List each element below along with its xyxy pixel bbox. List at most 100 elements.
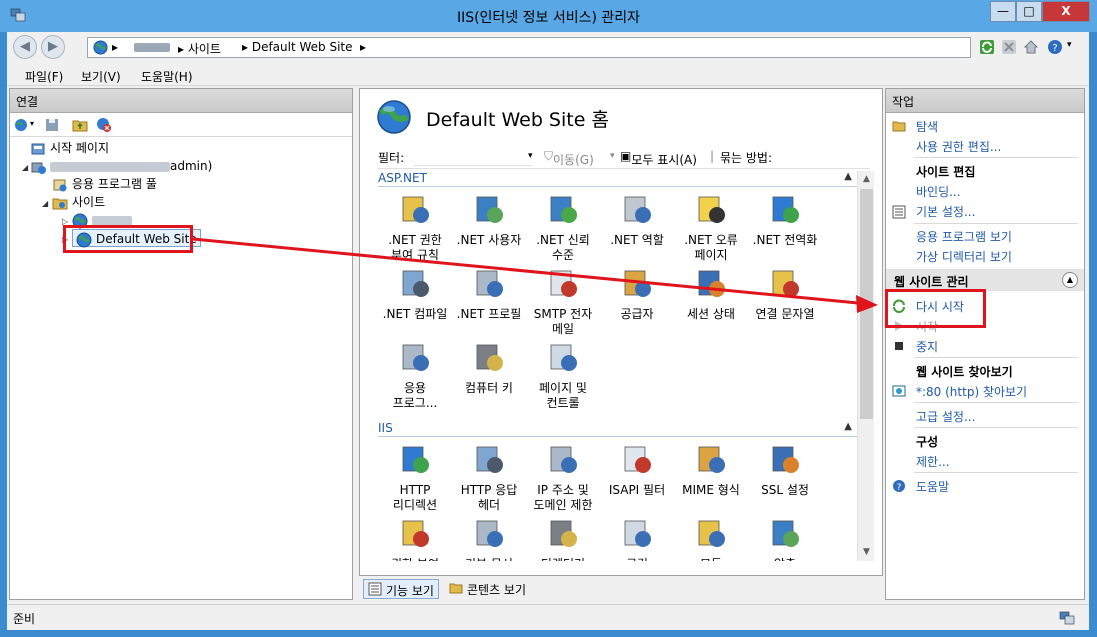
- feature-item[interactable]: 세션 상태: [674, 267, 748, 322]
- address-segment-more[interactable]: ▸: [360, 40, 366, 54]
- action-browse-http[interactable]: *:80 (http) 찾아보기: [916, 383, 1027, 400]
- feature-item[interactable]: 권한 부여: [378, 517, 452, 561]
- feature-item[interactable]: .NET 오류 페이지: [674, 193, 748, 263]
- feature-item[interactable]: 디렉터리: [526, 517, 600, 561]
- feature-item[interactable]: .NET 역할: [600, 193, 674, 248]
- minimize-button[interactable]: —: [990, 1, 1016, 22]
- feature-icon: [550, 344, 577, 371]
- filter-input[interactable]: [414, 148, 532, 166]
- action-edit-permissions[interactable]: 사용 권한 편집...: [916, 138, 1001, 155]
- disconnect-icon[interactable]: [96, 117, 112, 133]
- tree-sites[interactable]: 사이트: [52, 193, 105, 211]
- feature-item[interactable]: 기본 문서: [452, 517, 526, 561]
- feature-item[interactable]: .NET 권한 부여 규칙: [378, 193, 452, 263]
- tree-collapse-sites-icon[interactable]: ◢: [42, 199, 48, 208]
- globe-icon: [93, 40, 108, 55]
- app-pool-icon: [53, 179, 67, 191]
- features-view-icon: [368, 582, 382, 596]
- action-help[interactable]: 도움말: [916, 478, 949, 495]
- action-view-applications[interactable]: 응용 프로그램 보기: [916, 228, 1012, 245]
- collapse-chevron-icon[interactable]: ▲: [1062, 272, 1078, 288]
- action-stop[interactable]: 중지: [916, 338, 938, 355]
- help-icon[interactable]: ?: [1047, 39, 1063, 55]
- folder-up-icon[interactable]: [72, 117, 88, 133]
- feature-item[interactable]: SMTP 전자 메일: [526, 267, 600, 337]
- features-view-button[interactable]: 기능 보기: [363, 579, 439, 599]
- tree-collapse-server-icon[interactable]: ◢: [22, 163, 28, 172]
- vertical-scrollbar[interactable]: ▲ ▼: [857, 171, 874, 561]
- address-segment-site[interactable]: ▸ Default Web Site: [242, 40, 353, 54]
- feature-item[interactable]: 컴퓨터 키: [452, 341, 526, 396]
- address-segment-sites[interactable]: ▸ 사이트: [178, 40, 221, 57]
- feature-item[interactable]: HTTP 응답 헤더: [452, 443, 526, 513]
- feature-label: 디렉터리: [526, 557, 600, 561]
- annotation-box-restart: [885, 289, 986, 328]
- forward-button[interactable]: ▶: [41, 35, 65, 59]
- collapse-chevron-icon[interactable]: ▲: [844, 421, 852, 432]
- content-view-button[interactable]: 콘텐츠 보기: [445, 579, 530, 599]
- filter-dropdown-icon[interactable]: ▾: [528, 151, 533, 161]
- feature-item[interactable]: ISAPI 필터: [600, 443, 674, 498]
- feature-item[interactable]: .NET 사용자: [452, 193, 526, 248]
- feature-item[interactable]: .NET 컴파일: [378, 267, 452, 322]
- go-dropdown-icon[interactable]: ▾: [610, 151, 615, 161]
- stop-icon[interactable]: [1001, 39, 1017, 55]
- feature-item[interactable]: SSL 설정: [748, 443, 822, 498]
- collapse-chevron-icon[interactable]: ▲: [844, 171, 852, 182]
- group-header-iis[interactable]: IIS ▲: [378, 421, 858, 437]
- feature-item[interactable]: .NET 신뢰 수준: [526, 193, 600, 263]
- feature-item[interactable]: MIME 형식: [674, 443, 748, 498]
- feature-item[interactable]: 연결 문자열: [748, 267, 822, 322]
- action-limits[interactable]: 제한...: [916, 453, 950, 470]
- home-icon[interactable]: [1023, 39, 1039, 55]
- feature-item[interactable]: 페이지 및 컨트롤: [526, 341, 600, 411]
- feature-item[interactable]: HTTP 리디렉션: [378, 443, 452, 513]
- feature-icon: [550, 446, 577, 473]
- tree-server[interactable]: admin): [30, 157, 212, 175]
- scroll-up-icon[interactable]: ▲: [858, 171, 875, 188]
- menu-file[interactable]: 파일(F): [25, 68, 63, 85]
- feature-item[interactable]: .NET 전역화: [748, 193, 822, 248]
- maximize-button[interactable]: □: [1016, 1, 1042, 22]
- feature-item[interactable]: 응용 프로그...: [378, 341, 452, 411]
- feature-item[interactable]: 공급자: [600, 267, 674, 322]
- tree-app-pools[interactable]: 응용 프로그램 풀: [52, 175, 157, 193]
- section-manage-website[interactable]: 웹 사이트 관리 ▲: [886, 269, 1084, 291]
- feature-label: SSL 설정: [761, 483, 809, 497]
- go-button[interactable]: ⛉ 이동(G): [544, 149, 594, 167]
- feature-item[interactable]: .NET 프로필: [452, 267, 526, 322]
- separator: [914, 402, 1078, 403]
- refresh-icon[interactable]: [979, 39, 995, 55]
- menu-help[interactable]: 도움말(H): [141, 68, 193, 85]
- action-advanced-settings[interactable]: 고급 설정...: [916, 408, 975, 425]
- feature-label: 로깅: [600, 557, 674, 561]
- action-bindings[interactable]: 바인딩...: [916, 183, 961, 200]
- feature-item[interactable]: IP 주소 및 도메인 제한: [526, 443, 600, 513]
- save-icon[interactable]: [44, 117, 60, 133]
- scrollbar-thumb[interactable]: [860, 189, 873, 419]
- action-basic-settings[interactable]: 기본 설정...: [916, 203, 975, 220]
- feature-label: 메일: [551, 322, 575, 336]
- back-button[interactable]: ◀: [13, 35, 37, 59]
- connect-globe-icon[interactable]: [14, 117, 30, 133]
- close-button[interactable]: X: [1042, 1, 1090, 22]
- feature-item[interactable]: 로깅: [600, 517, 674, 561]
- menu-view[interactable]: 보기(V): [81, 68, 121, 85]
- feature-item[interactable]: 모듈: [674, 517, 748, 561]
- show-all-button[interactable]: ▣ 모두 표시(A): [620, 149, 697, 167]
- group-header-aspnet[interactable]: ASP.NET ▲: [378, 171, 858, 187]
- feature-item[interactable]: 압축: [748, 517, 822, 561]
- connect-dropdown-icon[interactable]: ▾: [30, 119, 34, 128]
- feature-label: .NET 프로필: [456, 307, 522, 321]
- address-segment-arrow[interactable]: ▸: [112, 40, 118, 54]
- feature-label: 페이지 및: [539, 381, 587, 395]
- scroll-down-icon[interactable]: ▼: [858, 544, 875, 561]
- help-dropdown-icon[interactable]: ▾: [1067, 40, 1072, 50]
- group-by-label[interactable]: 묶는 방법:: [720, 149, 772, 166]
- address-bar[interactable]: ▸ ▸ 사이트 ▸ Default Web Site ▸: [87, 37, 971, 58]
- action-explore[interactable]: 탐색: [916, 118, 938, 135]
- feature-icon: [402, 196, 429, 223]
- action-view-virtual-directories[interactable]: 가상 디렉터리 보기: [916, 248, 1012, 265]
- address-segment-server[interactable]: [134, 43, 170, 52]
- tree-start-page[interactable]: 시작 페이지: [30, 139, 109, 157]
